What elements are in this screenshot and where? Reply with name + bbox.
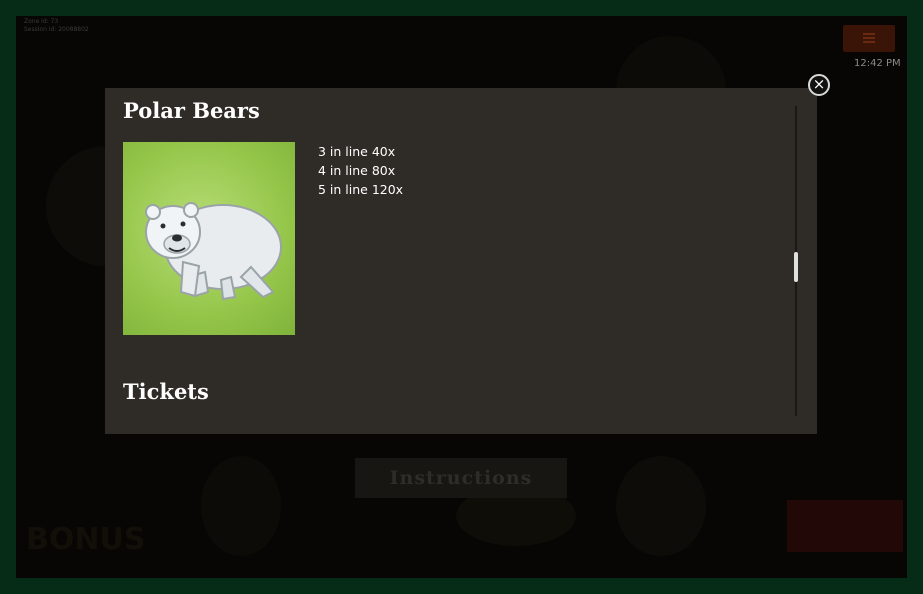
menu-button[interactable] [843,25,895,52]
tickets-section-title: Tickets [123,379,209,404]
bonus-label: BONUS [26,522,146,557]
scrollbar-thumb[interactable] [794,251,798,282]
payout-list: 3 in line 40x 4 in line 80x 5 in line 12… [318,142,403,199]
payout-4-in-line: 4 in line 80x [318,163,396,178]
instructions-tab[interactable]: Instructions [355,458,567,498]
session-info: Zone id: 73 Session id: 20088802 [24,18,89,34]
close-icon: × [812,75,826,93]
session-id-text: Session id: 20088802 [24,26,89,33]
payout-5-in-line: 5 in line 120x [318,182,404,197]
zone-id-text: Zone id: 73 [24,18,59,25]
hamburger-icon-bar [863,37,875,39]
spin-button[interactable] [787,500,903,552]
hamburger-icon [863,33,875,35]
paytable-modal: Polar Bears 3 in line 40x 4 in line 80x … [105,88,817,434]
polar-bear-icon [123,142,295,335]
background-art [616,456,706,556]
clock: 12:42 PM [854,58,901,69]
payout-3-in-line: 3 in line 40x [318,144,396,159]
background-art [201,456,281,556]
hamburger-icon-bar [863,41,875,43]
close-button[interactable]: × [808,74,830,96]
section-title: Polar Bears [123,98,260,123]
polar-bear-drawing [145,202,282,301]
